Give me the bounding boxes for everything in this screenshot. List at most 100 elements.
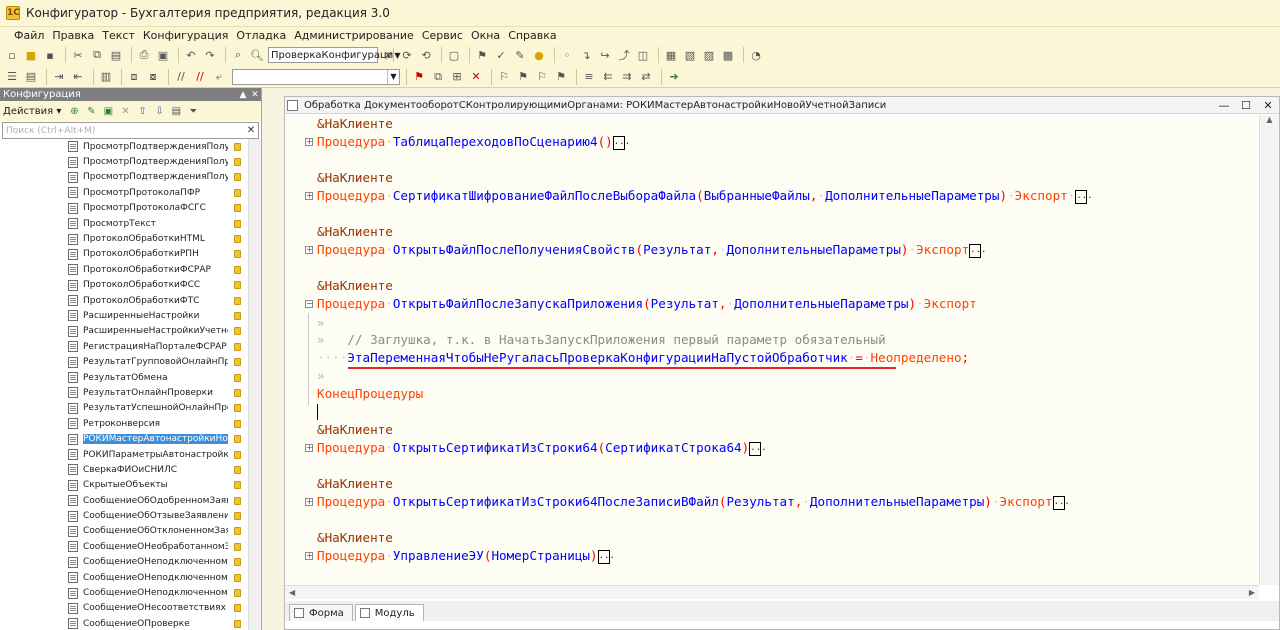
tree-item[interactable]: СообщениеОбОтзывеЗаявления [0, 508, 246, 523]
tree-item[interactable]: СверкаФИОиСНИЛС [0, 462, 246, 477]
menu-file[interactable]: Файл [14, 29, 44, 42]
add-icon[interactable]: ⊕ [67, 104, 81, 118]
step-over-icon[interactable]: ↪ [597, 47, 613, 63]
find-next-icon[interactable]: ⟳ [399, 47, 415, 63]
delete-icon[interactable]: ✕ [468, 69, 484, 85]
wizard-icon[interactable]: ✎ [512, 47, 528, 63]
template-icon[interactable]: ▥ [98, 69, 114, 85]
info-icon[interactable]: ● [531, 47, 547, 63]
tree-item[interactable]: ПротоколОбработкиРПН [0, 247, 246, 262]
redo-icon[interactable]: ↷ [202, 47, 218, 63]
tree-item[interactable]: РезультатГрупповойОнлайнПро... [0, 354, 246, 369]
tree-scrollbar[interactable] [248, 139, 261, 630]
tree-item[interactable]: СообщениеОНеподключенномН... [0, 555, 246, 570]
search-icon[interactable]: 🔍︎ [249, 47, 265, 63]
find-in-files-icon[interactable]: ⌕ [230, 47, 246, 63]
menu-windows[interactable]: Окна [471, 29, 500, 42]
open-folder-icon[interactable]: ■ [23, 47, 39, 63]
new-file-icon[interactable]: ▫ [4, 47, 20, 63]
move-down-icon[interactable]: ⇩ [152, 104, 166, 118]
menu-debug[interactable]: Отладка [236, 29, 286, 42]
collapsed-block-icon[interactable]: ... [1075, 189, 1093, 204]
tree-item[interactable]: СообщениеОбОдобренномЗаяв... [0, 493, 246, 508]
menu-administration[interactable]: Администрирование [294, 29, 414, 42]
clear-flags-icon[interactable]: ⚑ [553, 69, 569, 85]
tree-item[interactable]: СообщениеОбОтклоненномЗая... [0, 524, 246, 539]
save-icon[interactable]: ▪ [42, 47, 58, 63]
tree-item[interactable]: Ретроконверсия [0, 416, 246, 431]
expand-icon[interactable]: + [305, 192, 313, 200]
next-flag-icon[interactable]: ⚑ [515, 69, 531, 85]
wrap-icon[interactable]: ⤶ [211, 69, 227, 85]
module-icon[interactable]: ▤ [23, 69, 39, 85]
edit-icon[interactable]: ✎ [84, 104, 98, 118]
tree-item[interactable]: СообщениеОНеподключенномН... [0, 570, 246, 585]
breakpoint-icon[interactable]: ◦ [559, 47, 575, 63]
minimize-icon[interactable]: — [1213, 99, 1235, 112]
expand-icon[interactable]: + [305, 246, 313, 254]
copy-icon[interactable]: ⧉ [89, 47, 105, 63]
list-icon[interactable]: ☰ [4, 69, 20, 85]
shift-left-icon[interactable]: ⇇ [600, 69, 616, 85]
prev-flag-icon[interactable]: ⚐ [534, 69, 550, 85]
menu-service[interactable]: Сервис [422, 29, 463, 42]
tree-item[interactable]: СообщениеОПроверке [0, 616, 246, 630]
measure-performance-icon[interactable]: ◔ [748, 47, 764, 63]
step-out-icon[interactable]: ⤴ [616, 47, 632, 63]
tree-item[interactable]: ПросмотрПротоколаФСГС [0, 201, 246, 216]
block-icon[interactable]: ⧇ [145, 69, 161, 85]
outdent-icon[interactable]: ⇤ [70, 69, 86, 85]
cut-icon[interactable]: ✂ [70, 47, 86, 63]
properties-icon[interactable]: ▤ [169, 104, 183, 118]
expand-icon[interactable]: + [305, 552, 313, 560]
menu-configuration[interactable]: Конфигурация [143, 29, 229, 42]
tree-item[interactable]: РегистрацияНаПорталеФСРАР [0, 339, 246, 354]
tree-item[interactable]: ПротоколОбработкиФТС [0, 293, 246, 308]
find-prev-icon[interactable]: ⟲ [418, 47, 434, 63]
print-icon[interactable]: ⎙ [136, 47, 152, 63]
actions-menu[interactable]: Действия ▾ [3, 106, 61, 117]
paste-icon[interactable]: ▤ [108, 47, 124, 63]
menu-text[interactable]: Текст [102, 29, 135, 42]
filter-icon[interactable]: ⏷ [186, 104, 200, 118]
uncomment-icon[interactable]: // [192, 69, 208, 85]
expand-icon[interactable]: + [305, 138, 313, 146]
tree-item[interactable]: РезультатУспешнойОнлайнПро... [0, 401, 246, 416]
close-icon[interactable]: ✕ [1257, 99, 1279, 112]
maximize-icon[interactable]: ☐ [1235, 99, 1257, 112]
collapsed-block-icon[interactable]: ... [612, 135, 630, 150]
clear-search-icon[interactable]: ✕ [380, 47, 396, 63]
menu-help[interactable]: Справка [508, 29, 556, 42]
bookmark-icon[interactable]: ▦ [663, 47, 679, 63]
collapsed-block-icon[interactable]: ... [749, 441, 767, 456]
tree-item[interactable]: РОКИМастерАвтонастройкиНо... [0, 431, 246, 446]
move-up-icon[interactable]: ⇧ [135, 104, 149, 118]
panel-search-input[interactable]: Поиск (Ctrl+Alt+M) ✕ [2, 122, 259, 139]
editor-horizontal-scrollbar[interactable]: ◀ ▶ [285, 585, 1259, 599]
tab-form[interactable]: Форма [289, 604, 353, 621]
shift-right-icon[interactable]: ⇉ [619, 69, 635, 85]
collapsed-block-icon[interactable]: ... [1052, 495, 1070, 510]
tree-item[interactable]: ПротоколОбработкиФСРАР [0, 262, 246, 277]
search-combo[interactable]: ПроверкаКонфигураци ▼ [268, 47, 400, 63]
close-icon[interactable]: ✕ [249, 90, 261, 100]
move-icon[interactable]: ⇄ [638, 69, 654, 85]
align-icon[interactable]: ≡ [581, 69, 597, 85]
preview-icon[interactable]: ▣ [155, 47, 171, 63]
tree-item[interactable]: СкрытыеОбъекты [0, 478, 246, 493]
indent-icon[interactable]: ⇥ [51, 69, 67, 85]
pin-icon[interactable]: ▲ [237, 90, 249, 100]
collapsed-block-icon[interactable]: ... [969, 243, 986, 258]
copy-object-icon[interactable]: ▣ [101, 104, 115, 118]
window-icon[interactable]: ▢ [446, 47, 462, 63]
tree-item[interactable]: РасширенныеНастройкиУчетно... [0, 324, 246, 339]
delete-object-icon[interactable]: ✕ [118, 104, 132, 118]
bookmark-prev-icon[interactable]: ▨ [701, 47, 717, 63]
expand-icon[interactable]: + [305, 498, 313, 506]
form-wizard-icon[interactable]: ⊞ [449, 69, 465, 85]
tree-item[interactable]: СообщениеОНесоответствиях [0, 601, 246, 616]
syntax-check-icon[interactable]: ✓ [493, 47, 509, 63]
tree-item[interactable]: СообщениеОНеобработанномЗ... [0, 539, 246, 554]
tree-item[interactable]: РОКИПараметрыАвтонастройк... [0, 447, 246, 462]
tree-item[interactable]: ПросмотрПодтвержденияПолуч... [0, 154, 246, 169]
